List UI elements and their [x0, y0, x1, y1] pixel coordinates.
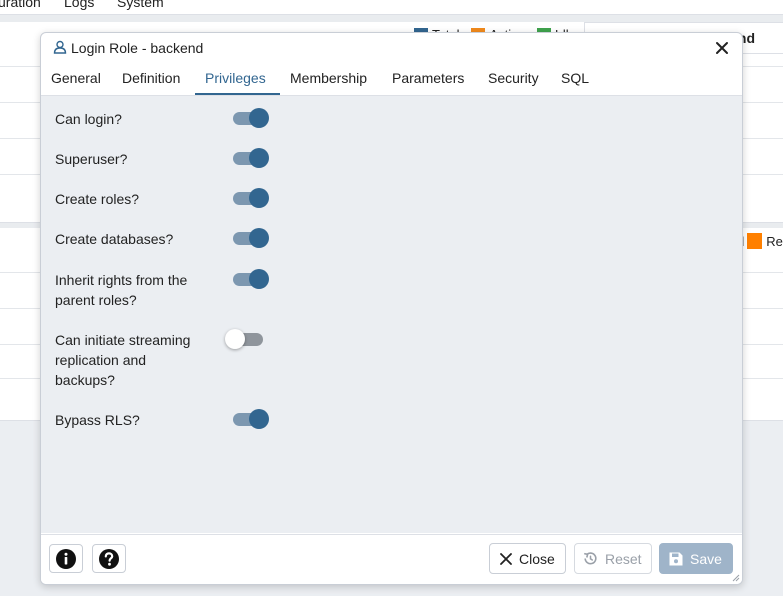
replication-toggle[interactable]: [225, 328, 267, 350]
close-icon[interactable]: [712, 38, 732, 58]
info-icon: [56, 549, 76, 569]
close-button-label: Close: [519, 550, 555, 567]
legend-swatch-re: [747, 233, 763, 249]
tab-membership[interactable]: Membership: [290, 70, 367, 86]
menu-item-configuration[interactable]: uration: [0, 0, 41, 10]
save-button-label: Save: [690, 550, 722, 567]
help-button[interactable]: [92, 544, 126, 573]
privileges-panel: Can login? Superuser? Create roles? Crea…: [41, 96, 742, 533]
reset-icon: [584, 552, 597, 565]
superuser-toggle[interactable]: [231, 147, 271, 169]
resize-grip-icon[interactable]: [732, 574, 740, 582]
tab-definition[interactable]: Definition: [122, 70, 180, 86]
background-menu-bar: uration Logs System: [0, 0, 783, 15]
dialog-header[interactable]: Login Role - backend: [41, 33, 742, 63]
privilege-label-create-roles: Create roles?: [55, 191, 140, 207]
dialog-footer: Close Reset Save: [41, 534, 742, 584]
menu-item-system[interactable]: System: [117, 0, 164, 10]
privilege-label-create-databases: Create databases?: [55, 231, 174, 247]
privilege-label-superuser: Superuser?: [55, 151, 128, 167]
menu-item-logs[interactable]: Logs: [64, 0, 94, 10]
tab-security[interactable]: Security: [488, 70, 539, 86]
privilege-label-can-login: Can login?: [55, 111, 122, 127]
tab-general[interactable]: General: [51, 70, 101, 86]
tab-privileges[interactable]: Privileges: [205, 70, 266, 86]
reset-button[interactable]: Reset: [574, 543, 652, 574]
reset-button-label: Reset: [605, 550, 642, 567]
info-button[interactable]: [49, 544, 83, 573]
login-role-dialog: Login Role - backend General Definition …: [40, 32, 743, 585]
bypass-rls-toggle[interactable]: [231, 408, 271, 430]
privilege-label-replication: Can initiate streaming replication and b…: [55, 332, 191, 388]
help-icon: [99, 549, 119, 569]
inherit-rights-toggle[interactable]: [231, 268, 271, 290]
close-x-icon: [500, 552, 512, 565]
tab-parameters[interactable]: Parameters: [392, 70, 464, 86]
privilege-label-inherit-rights: Inherit rights from the parent roles?: [55, 272, 188, 308]
dialog-tabs: General Definition Privileges Membership…: [41, 66, 742, 96]
user-role-icon: [53, 40, 67, 54]
tab-sql[interactable]: SQL: [561, 70, 589, 86]
can-login-toggle[interactable]: [231, 107, 271, 129]
background-legend-mid: d Re: [737, 233, 783, 249]
create-databases-toggle[interactable]: [231, 227, 271, 249]
dialog-title: Login Role - backend: [71, 40, 204, 56]
create-roles-toggle[interactable]: [231, 187, 271, 209]
privilege-label-bypass-rls: Bypass RLS?: [55, 412, 140, 428]
legend-label-re: Re: [766, 233, 783, 249]
save-button[interactable]: Save: [659, 543, 733, 574]
close-button[interactable]: Close: [489, 543, 566, 574]
save-floppy-icon: [669, 552, 683, 565]
active-tab-indicator: [195, 93, 280, 95]
